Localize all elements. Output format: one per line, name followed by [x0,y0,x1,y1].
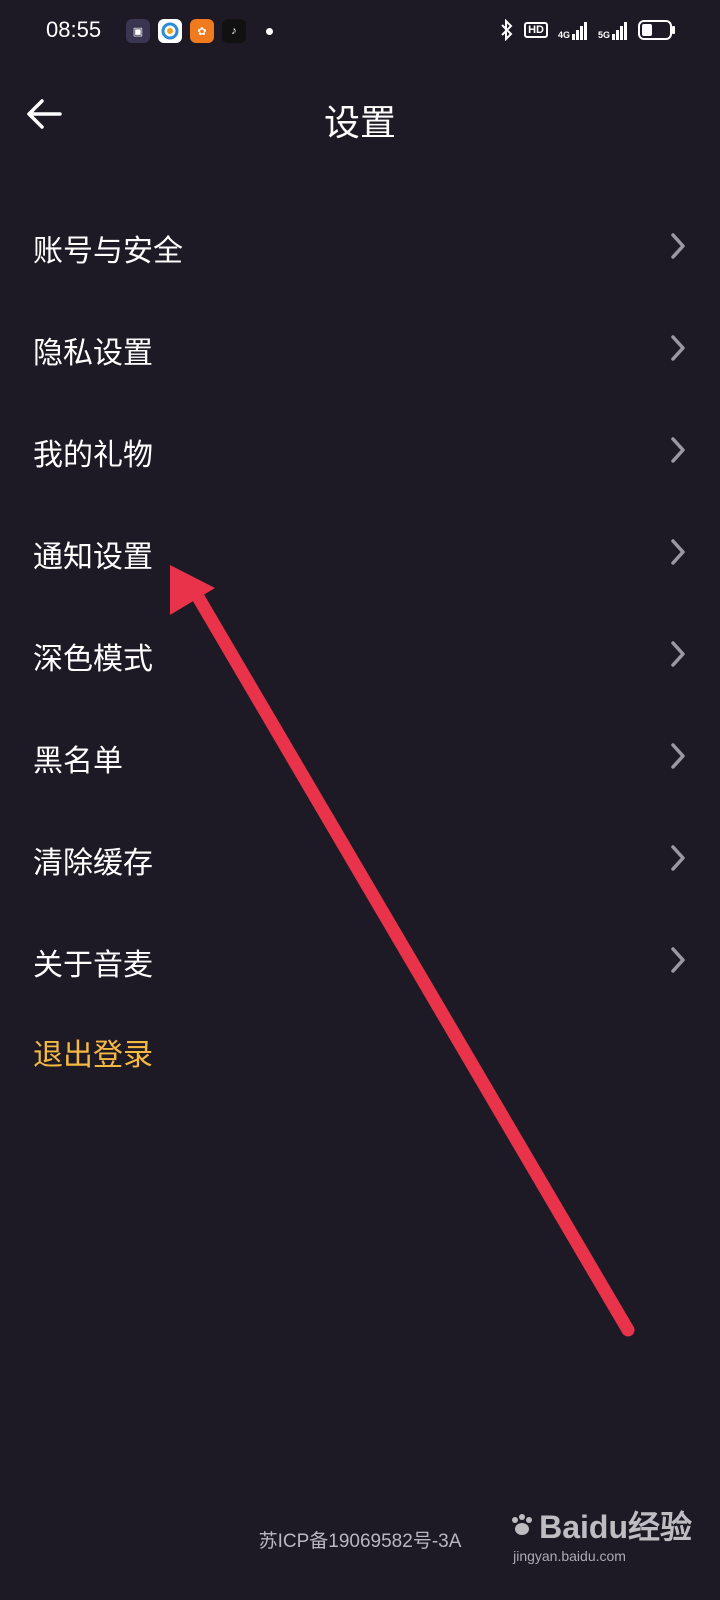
notification-icons: ▣ ✿ ♪ [126,19,273,43]
chevron-right-icon [671,539,685,565]
app-icon-1: ▣ [126,19,150,43]
signal-5g-icon: 5G [598,20,628,40]
more-notifications-dot [266,27,273,35]
menu-item-notifications[interactable]: 通知设置 [0,504,720,606]
menu-item-blacklist[interactable]: 黑名单 [0,708,720,810]
menu-item-label: 关于音麦 [33,948,153,983]
signal-4g-icon: 4G [558,20,588,40]
logout-button[interactable]: 退出登录 [33,1030,153,1074]
menu-item-my-gifts[interactable]: 我的礼物 [0,402,720,504]
menu-item-label: 账号与安全 [33,234,183,269]
hd-icon: HD [524,22,548,38]
app-icon-3: ✿ [190,19,214,43]
status-bar: 08:55 ▣ ✿ ♪ HD 4G 5G [0,0,720,64]
settings-menu: 账号与安全 隐私设置 我的礼物 通知设置 深色模式 黑名单 清除缓存 关于音麦 [0,198,720,1014]
chevron-right-icon [671,845,685,871]
paw-icon [512,1514,533,1535]
chevron-right-icon [671,743,685,769]
menu-item-label: 黑名单 [33,744,123,779]
watermark-logo-text: Baidu经验 [539,1509,692,1545]
chevron-right-icon [671,335,685,361]
chevron-right-icon [671,437,685,463]
menu-item-label: 通知设置 [33,540,153,575]
menu-item-label: 隐私设置 [33,336,153,371]
menu-item-clear-cache[interactable]: 清除缓存 [0,810,720,912]
tiktok-icon: ♪ [222,19,246,43]
menu-item-label: 深色模式 [33,642,153,677]
menu-item-privacy[interactable]: 隐私设置 [0,300,720,402]
bluetooth-icon [501,19,513,41]
watermark-url: jingyan.baidu.com [513,1548,626,1564]
menu-item-label: 我的礼物 [33,438,153,473]
menu-item-account-security[interactable]: 账号与安全 [0,198,720,300]
chevron-right-icon [671,641,685,667]
page-title: 设置 [323,103,396,144]
baidu-logo: Baidu经验 [509,1502,692,1548]
chevron-right-icon [671,233,685,259]
app-icon-2 [158,19,182,43]
menu-item-about[interactable]: 关于音麦 [0,912,720,1014]
menu-item-label: 清除缓存 [33,846,153,881]
system-icons: HD 4G 5G [500,19,676,41]
battery-icon [638,20,675,40]
status-time: 08:55 [46,17,102,42]
chevron-right-icon [671,947,685,973]
baidu-watermark: Baidu经验 jingyan.baidu.com [509,1502,692,1564]
menu-item-dark-mode[interactable]: 深色模式 [0,606,720,708]
header: 设置 [0,72,720,160]
